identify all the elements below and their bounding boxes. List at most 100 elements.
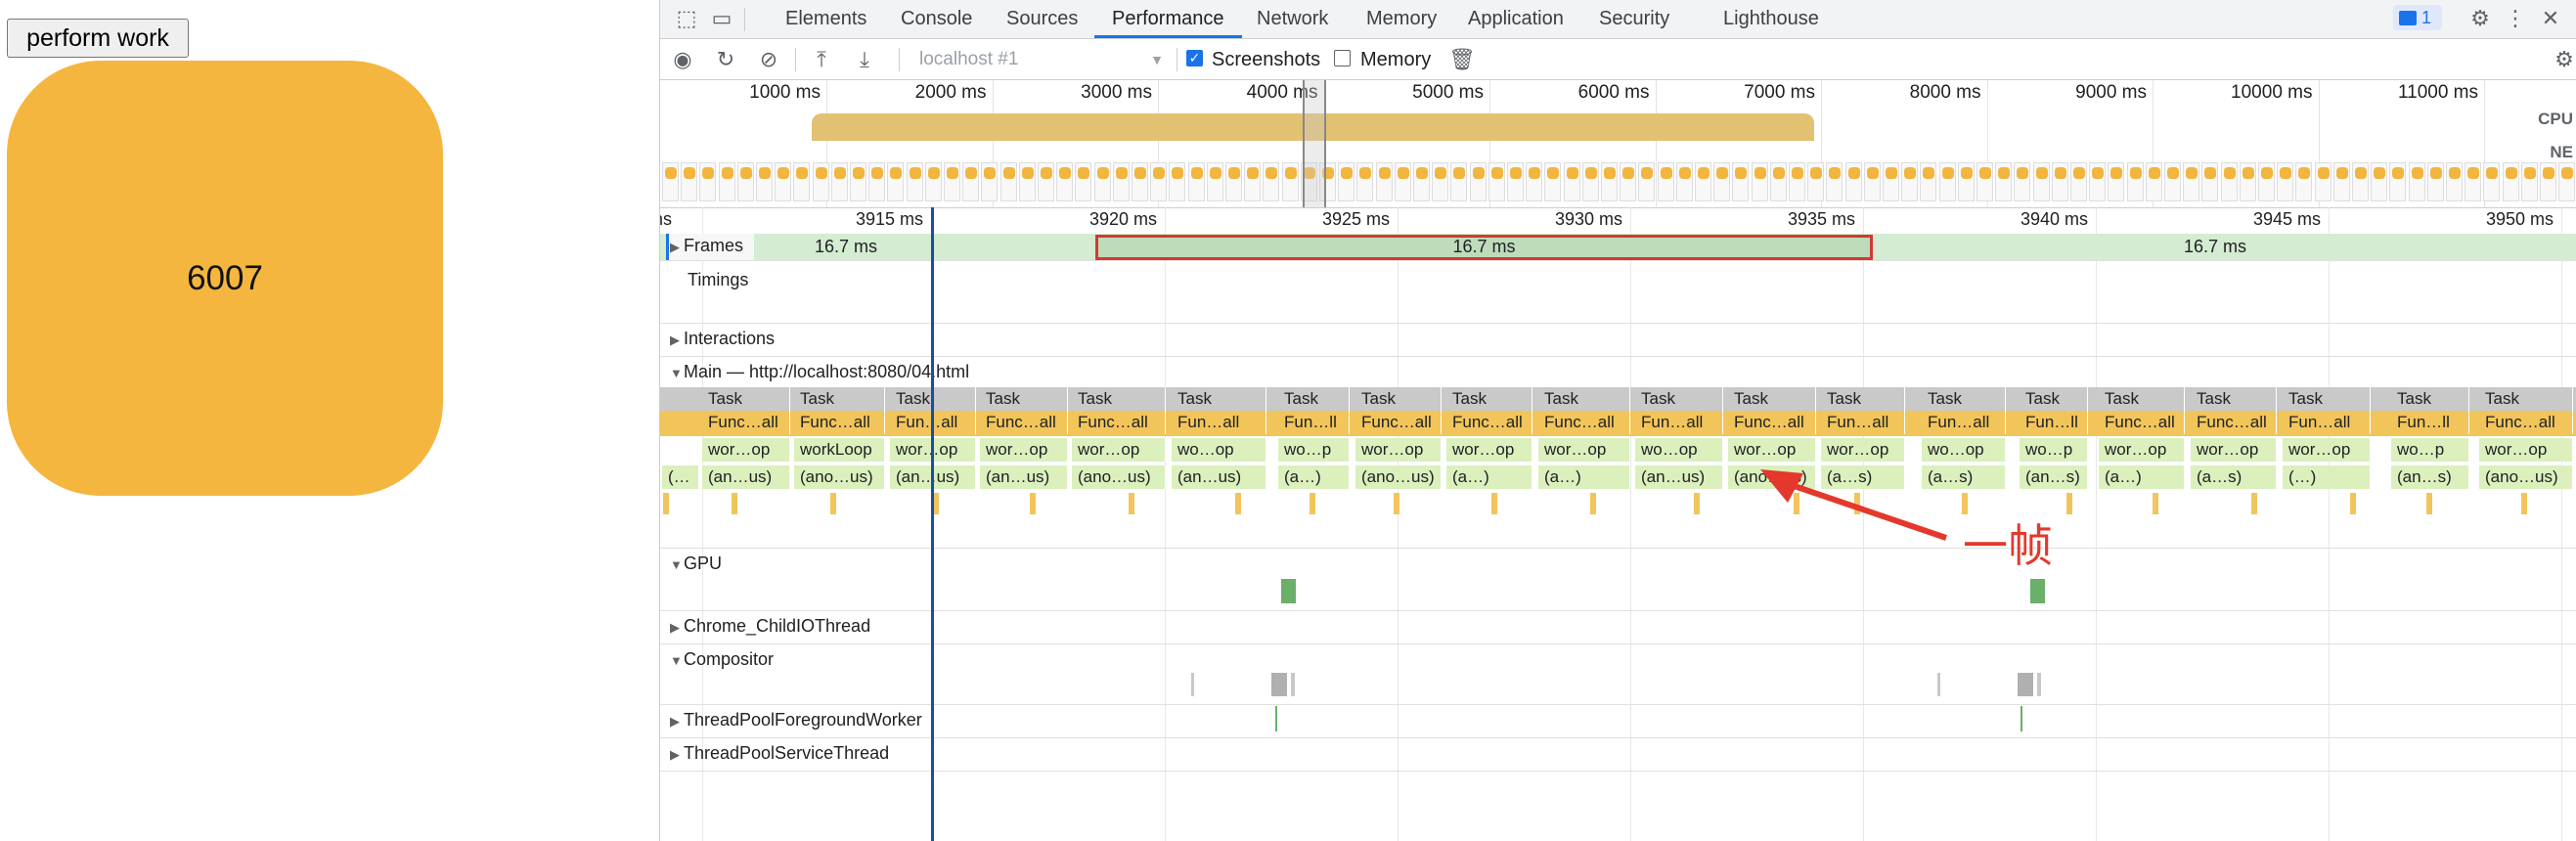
timeline-overview[interactable]: 1000 ms 2000 ms 3000 ms 4000 ms 5000 ms 6000 … [660,80,2576,208]
compositor-task[interactable] [1191,673,1194,696]
function-call-event[interactable]: Fun…ll [2020,411,2088,434]
workloop-event[interactable]: wor…op [1821,438,1905,462]
task-event[interactable]: Task [2391,387,2469,411]
task-event[interactable]: Task [2479,387,2573,411]
task-event[interactable]: Task [1728,387,1816,411]
function-call-event[interactable]: Fun…all [1635,411,1723,434]
interactions-track-header[interactable]: ▶ Interactions [670,329,775,349]
anonymous-event[interactable]: (an…us) [1172,465,1266,489]
compositor-task[interactable] [1291,673,1295,696]
microtask-event[interactable] [2066,493,2072,514]
frames-track-header[interactable]: ▶ Frames [670,236,743,256]
workloop-event[interactable]: wor…op [2479,438,2573,462]
tab-application[interactable]: Application [1468,0,1564,38]
function-call-event[interactable]: Fun…all [2283,411,2371,434]
microtask-event[interactable] [2251,493,2257,514]
anonymous-event[interactable]: (an…us) [1635,465,1723,489]
anonymous-event[interactable]: (an…s) [2020,465,2088,489]
function-call-event[interactable]: Func…all [702,411,790,434]
function-call-event[interactable]: Func…all [1728,411,1816,434]
task-event[interactable]: Task [1446,387,1532,411]
task-event[interactable]: Task [980,387,1068,411]
workloop-event[interactable]: wor…op [702,438,790,462]
compositor-task[interactable] [2037,673,2041,696]
tab-network[interactable]: Network [1257,0,1328,38]
task-event[interactable]: Task [1172,387,1266,411]
task-event[interactable]: Task [794,387,885,411]
workloop-event[interactable]: wor…op [980,438,1068,462]
upload-profile-icon[interactable]: ⤒ [809,47,834,72]
anonymous-event[interactable]: (ano…us) [1072,465,1166,489]
tp-service-header[interactable]: ▶ ThreadPoolServiceThread [670,743,889,764]
workloop-event[interactable]: wo…p [2020,438,2088,462]
microtask-event[interactable] [2153,493,2158,514]
record-icon[interactable]: ◉ [670,47,695,72]
flame-chart[interactable]: 0 ms 3915 ms 3920 ms 3925 ms 3930 ms 3935 ms 3… [660,207,2576,841]
microtask-event[interactable] [663,493,669,514]
close-icon[interactable]: ✕ [2538,7,2563,30]
task-event[interactable]: Task [2099,387,2185,411]
function-call-event[interactable]: Func…all [1538,411,1630,434]
function-call-event[interactable]: Fun…all [1821,411,1905,434]
workloop-event[interactable]: wor…op [1728,438,1816,462]
function-call-event[interactable]: Fun…all [1172,411,1266,434]
workloop-event[interactable]: wor…op [1446,438,1532,462]
tab-sources[interactable]: Sources [1006,0,1078,38]
anonymous-event[interactable]: (ano…us) [1355,465,1442,489]
task-event[interactable]: Task [2283,387,2371,411]
anonymous-event[interactable]: (an…s) [2391,465,2469,489]
clear-icon[interactable]: ⊘ [756,47,781,72]
function-call-event[interactable]: Fun…all [1922,411,2006,434]
tab-performance[interactable]: Performance [1094,0,1242,38]
compositor-task[interactable] [1271,673,1287,696]
memory-checkbox[interactable] [1334,50,1351,66]
microtask-event[interactable] [1694,493,1700,514]
compositor-track-header[interactable]: ▼Compositor [670,649,774,670]
task-event[interactable]: Task [1922,387,2006,411]
capture-settings-icon[interactable]: ⚙ [2552,47,2576,72]
main-track-header[interactable]: ▼Main — http://localhost:8080/04.html [670,362,969,382]
settings-gear-icon[interactable]: ⚙ [2467,7,2493,30]
tab-lighthouse[interactable]: Lighthouse [1723,0,1819,38]
anonymous-event[interactable]: (ano…us) [794,465,885,489]
compositor-task[interactable] [1937,673,1940,696]
task-event[interactable]: Task [1072,387,1166,411]
function-call-event[interactable]: Func…all [1072,411,1166,434]
compositor-task[interactable] [2018,673,2033,696]
task-event[interactable]: Task [1355,387,1442,411]
microtask-event[interactable] [1030,493,1036,514]
gpu-task[interactable] [2030,579,2045,603]
function-call-event[interactable]: Func…all [2191,411,2277,434]
workloop-event[interactable]: wor…op [2283,438,2371,462]
task-event[interactable]: Task [702,387,790,411]
worker-task[interactable] [1275,706,1277,731]
tab-console[interactable]: Console [901,0,972,38]
workloop-event[interactable]: wor…op [1072,438,1166,462]
tp-foreground-header[interactable]: ▶ ThreadPoolForegroundWorker [670,710,922,730]
workloop-event[interactable]: wo…op [1635,438,1723,462]
workloop-event[interactable]: wor…op [1355,438,1442,462]
workloop-event[interactable]: wor…op [1538,438,1630,462]
anonymous-event[interactable]: (ano…us) [2479,465,2573,489]
gpu-track-header[interactable]: ▼GPU [670,553,722,574]
workloop-event[interactable]: wo…op [1172,438,1266,462]
anonymous-event[interactable]: (an…us) [980,465,1068,489]
download-profile-icon[interactable]: ⤓ [852,47,877,72]
microtask-event[interactable] [2426,493,2432,514]
workloop-event[interactable]: wo…p [2391,438,2469,462]
workloop-event[interactable]: wo…p [1278,438,1350,462]
tab-elements[interactable]: Elements [785,0,866,38]
more-options-icon[interactable]: ⋮ [2503,7,2528,30]
microtask-event[interactable] [1394,493,1399,514]
function-call-event[interactable]: Func…all [980,411,1068,434]
tab-memory[interactable]: Memory [1366,0,1437,38]
workloop-event[interactable]: workLoop [794,438,885,462]
task-event[interactable]: Task [2020,387,2088,411]
anonymous-event[interactable]: (a…) [2099,465,2185,489]
anonymous-event[interactable]: (an…us) [702,465,790,489]
anonymous-event[interactable]: (… [662,465,699,489]
microtask-event[interactable] [1129,493,1134,514]
microtask-event[interactable] [830,493,836,514]
anonymous-event[interactable]: (a…) [1446,465,1532,489]
task-event[interactable]: Task [1538,387,1630,411]
